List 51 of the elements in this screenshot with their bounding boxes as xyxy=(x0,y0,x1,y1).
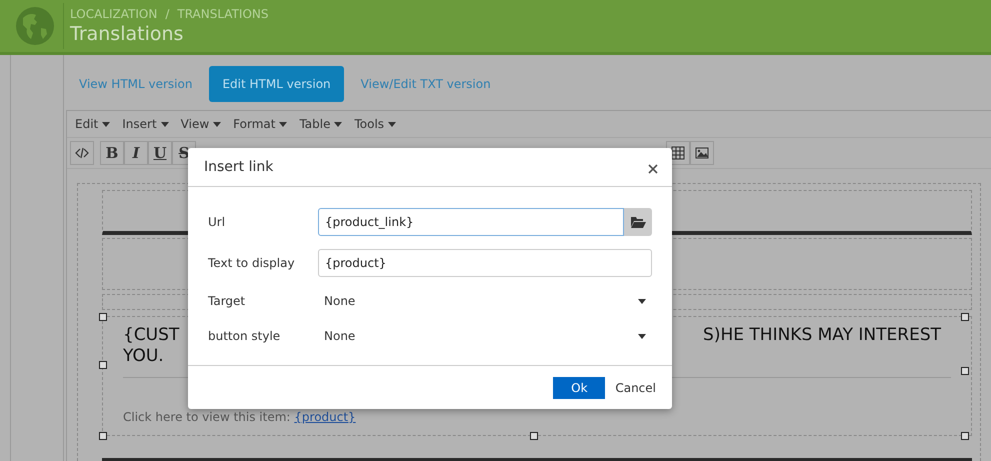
menu-item[interactable]: Tools xyxy=(354,117,396,131)
dropdown[interactable]: None xyxy=(318,329,652,343)
table-icon xyxy=(671,146,685,160)
menu-item[interactable]: Insert xyxy=(122,117,169,131)
caret-icon xyxy=(334,122,342,126)
source-code-button[interactable] xyxy=(70,141,94,165)
input-field[interactable]: {product} xyxy=(318,249,652,277)
bold-button[interactable]: B xyxy=(100,141,124,165)
cancel-button[interactable]: Cancel xyxy=(615,376,656,398)
resize-handle[interactable] xyxy=(961,367,969,375)
menu-item[interactable]: Edit xyxy=(75,117,110,131)
field-label: button style xyxy=(208,329,282,343)
caret-icon xyxy=(388,122,396,126)
close-icon[interactable] xyxy=(648,162,658,172)
caret-icon xyxy=(102,122,110,126)
menu-item[interactable]: Format xyxy=(233,117,288,131)
field-label: Url xyxy=(208,215,226,229)
menu-item[interactable]: View xyxy=(180,117,222,131)
heading-text: S)HE THINKS MAY INTEREST xyxy=(703,325,941,346)
input-field[interactable]: {product_link} xyxy=(318,208,624,236)
resize-handle[interactable] xyxy=(961,432,969,440)
resize-handle[interactable] xyxy=(961,313,969,321)
dialog-title: Insert link xyxy=(204,159,274,175)
page-title: Translations xyxy=(70,23,184,45)
heading-text: {CUST xyxy=(123,325,180,346)
resize-handle[interactable] xyxy=(530,432,538,440)
browse-button[interactable] xyxy=(624,208,652,236)
caret-icon xyxy=(279,122,288,126)
underline-button[interactable]: U xyxy=(148,141,172,165)
image-button[interactable] xyxy=(690,141,714,165)
image-icon xyxy=(695,146,709,160)
resize-handle[interactable] xyxy=(99,313,107,321)
caret-icon xyxy=(213,122,222,126)
dropdown[interactable]: None xyxy=(318,294,652,308)
menu-item[interactable]: Table xyxy=(299,117,342,131)
globe-icon xyxy=(15,6,55,46)
folder-icon xyxy=(630,215,646,229)
field-label: Target xyxy=(208,294,246,308)
ok-button[interactable]: Ok xyxy=(553,376,606,398)
tab[interactable]: Edit HTML version xyxy=(209,66,344,102)
resize-handle[interactable] xyxy=(99,432,107,440)
code-icon xyxy=(75,146,89,160)
caret-icon xyxy=(638,334,646,338)
resize-handle[interactable] xyxy=(99,361,107,369)
breadcrumb-separator: / xyxy=(165,7,170,21)
product-link[interactable]: {product} xyxy=(294,410,356,424)
italic-button[interactable]: I xyxy=(124,141,148,165)
field-label: Text to display xyxy=(208,256,296,270)
heading-text: YOU. xyxy=(123,346,165,367)
caret-icon xyxy=(160,122,169,126)
caret-icon xyxy=(638,298,646,304)
